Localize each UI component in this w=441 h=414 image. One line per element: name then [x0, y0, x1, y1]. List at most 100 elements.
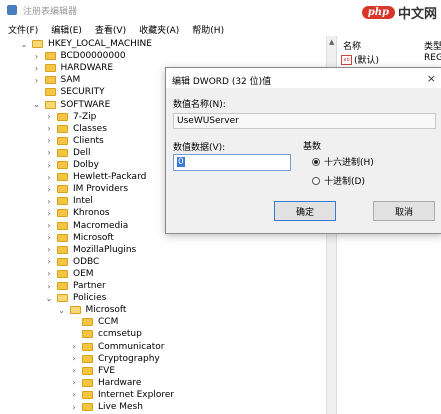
registry-editor-icon: [7, 5, 17, 15]
chevron-right-icon[interactable]: ›: [70, 403, 78, 412]
tree-item[interactable]: ⌄ SOFTWARE: [33, 99, 110, 111]
folder-icon: [57, 282, 68, 290]
menu-favorites[interactable]: 收藏夹(A): [131, 20, 184, 36]
menu-help[interactable]: 帮助(H): [184, 20, 229, 36]
tree-item[interactable]: › 7-Zip: [45, 111, 96, 123]
chevron-right-icon[interactable]: ›: [45, 124, 53, 133]
tree-item[interactable]: › ODBC: [45, 256, 99, 268]
tree-item[interactable]: › Communicator: [70, 341, 164, 353]
chevron-right-icon[interactable]: ›: [45, 112, 53, 121]
tree-item[interactable]: › Internet Explorer: [70, 389, 174, 401]
tree-item[interactable]: › Classes: [45, 123, 107, 135]
tree-item[interactable]: › BCD00000000: [33, 50, 126, 62]
menu-file[interactable]: 文件(F): [0, 20, 43, 36]
cancel-button[interactable]: 取消: [373, 201, 435, 221]
tree-item[interactable]: CCM: [70, 316, 118, 328]
chevron-right-icon[interactable]: ›: [45, 282, 53, 291]
chevron-right-icon[interactable]: ›: [70, 342, 78, 351]
chevron-right-icon[interactable]: ›: [33, 76, 41, 85]
tree-item[interactable]: › Clients: [45, 135, 103, 147]
tree-item-label: Policies: [73, 293, 107, 304]
folder-icon: [44, 64, 56, 73]
tree-item-label: Dolby: [73, 160, 99, 170]
folder-icon: [82, 366, 93, 375]
chevron-right-icon[interactable]: ›: [45, 185, 53, 194]
tree-item-label: ccmsetup: [98, 329, 142, 340]
tree-item[interactable]: › Cryptography: [70, 353, 159, 365]
tree-item-label: IM Providers: [73, 184, 129, 195]
tree-item[interactable]: › Dell: [45, 147, 90, 159]
tree-item[interactable]: › Khronos: [45, 207, 109, 219]
chevron-right-icon[interactable]: ›: [45, 197, 53, 206]
folder-icon: [82, 318, 93, 327]
tree-item-label: HKEY_LOCAL_MACHINE: [48, 39, 152, 49]
chevron-right-icon[interactable]: ›: [45, 148, 53, 157]
tree-item[interactable]: ⌄ Microsoft: [58, 304, 126, 316]
base-label: 基数: [303, 142, 322, 152]
tree-item[interactable]: › Intel: [45, 195, 93, 207]
tree-item-label: ODBC: [73, 256, 100, 267]
chevron-right-icon[interactable]: ›: [45, 161, 53, 170]
radio-dec[interactable]: 十进制(D): [312, 174, 365, 187]
tree-item[interactable]: › HARDWARE: [33, 62, 114, 74]
column-header-type[interactable]: 类型: [424, 39, 441, 52]
tree-item[interactable]: › OEM: [45, 268, 93, 280]
chevron-right-icon[interactable]: ›: [45, 233, 53, 242]
chevron-right-icon[interactable]: ›: [70, 366, 78, 375]
tree-item[interactable]: › Live Mesh: [70, 401, 143, 413]
chevron-down-icon[interactable]: ⌄: [33, 100, 41, 109]
value-data-input[interactable]: 0: [173, 154, 291, 171]
chevron-right-icon[interactable]: ›: [45, 269, 53, 278]
chevron-right-icon[interactable]: ›: [45, 173, 53, 182]
folder-icon: [57, 112, 68, 121]
radio-dec-label: 十进制(D): [324, 177, 365, 187]
tree-item[interactable]: › Partner: [45, 280, 105, 292]
close-icon[interactable]: ×: [427, 72, 436, 85]
chevron-right-icon[interactable]: ›: [45, 245, 53, 254]
folder-icon: [82, 390, 93, 399]
ok-button[interactable]: 确定: [274, 201, 336, 221]
tree-item[interactable]: › Macromedia: [45, 220, 128, 232]
menu-view[interactable]: 查看(V): [87, 20, 131, 36]
folder-icon: [57, 161, 68, 169]
column-header-name[interactable]: 名称: [343, 39, 361, 52]
chevron-right-icon[interactable]: ›: [70, 378, 78, 387]
folder-icon: [57, 294, 68, 303]
radio-hex[interactable]: 十六进制(H): [312, 155, 374, 168]
tree-item[interactable]: › FVE: [70, 365, 115, 377]
tree-item[interactable]: › Dolby: [45, 159, 99, 171]
chevron-right-icon[interactable]: ›: [45, 257, 53, 266]
chevron-down-icon[interactable]: ⌄: [58, 306, 66, 315]
tree-item[interactable]: ⌄ HKEY_LOCAL_MACHINE: [20, 38, 152, 50]
chevron-down-icon[interactable]: ⌄: [45, 294, 53, 303]
tree-item[interactable]: SECURITY: [33, 86, 105, 98]
chevron-right-icon[interactable]: ›: [33, 52, 41, 61]
chevron-down-icon[interactable]: ⌄: [20, 40, 28, 49]
menu-edit[interactable]: 编辑(E): [43, 20, 87, 36]
tree-item[interactable]: › MozillaPlugins: [45, 244, 136, 256]
value-data-text: 0: [177, 157, 185, 167]
tree-item[interactable]: ⌄ Policies: [45, 292, 107, 304]
tree-item-label: CCM: [98, 317, 119, 328]
chevron-right-icon[interactable]: ›: [33, 64, 41, 73]
folder-icon: [57, 124, 68, 133]
chevron-right-icon[interactable]: ›: [45, 136, 53, 145]
tree-item-label: Hewlett-Packard: [73, 172, 147, 183]
folder-icon: [57, 233, 68, 242]
tree-item[interactable]: › Microsoft: [45, 232, 114, 244]
tree-item[interactable]: ccmsetup: [70, 328, 142, 340]
value-row-default[interactable]: ab (默认): [341, 53, 379, 66]
folder-icon: [57, 245, 68, 254]
tree-item[interactable]: › Hewlett-Packard: [45, 171, 146, 183]
scroll-up-icon[interactable]: ▲: [329, 38, 334, 46]
chevron-right-icon[interactable]: ›: [70, 354, 78, 363]
tree-item[interactable]: › Hardware: [70, 377, 141, 389]
folder-icon: [57, 269, 68, 278]
tree-item-label: HARDWARE: [60, 63, 114, 74]
chevron-right-icon[interactable]: ›: [45, 221, 53, 230]
chevron-right-icon[interactable]: ›: [45, 209, 53, 218]
tree-item[interactable]: › SAM: [33, 74, 80, 86]
chevron-right-icon[interactable]: ›: [70, 390, 78, 399]
folder-icon: [57, 221, 68, 230]
tree-item[interactable]: › IM Providers: [45, 183, 128, 195]
